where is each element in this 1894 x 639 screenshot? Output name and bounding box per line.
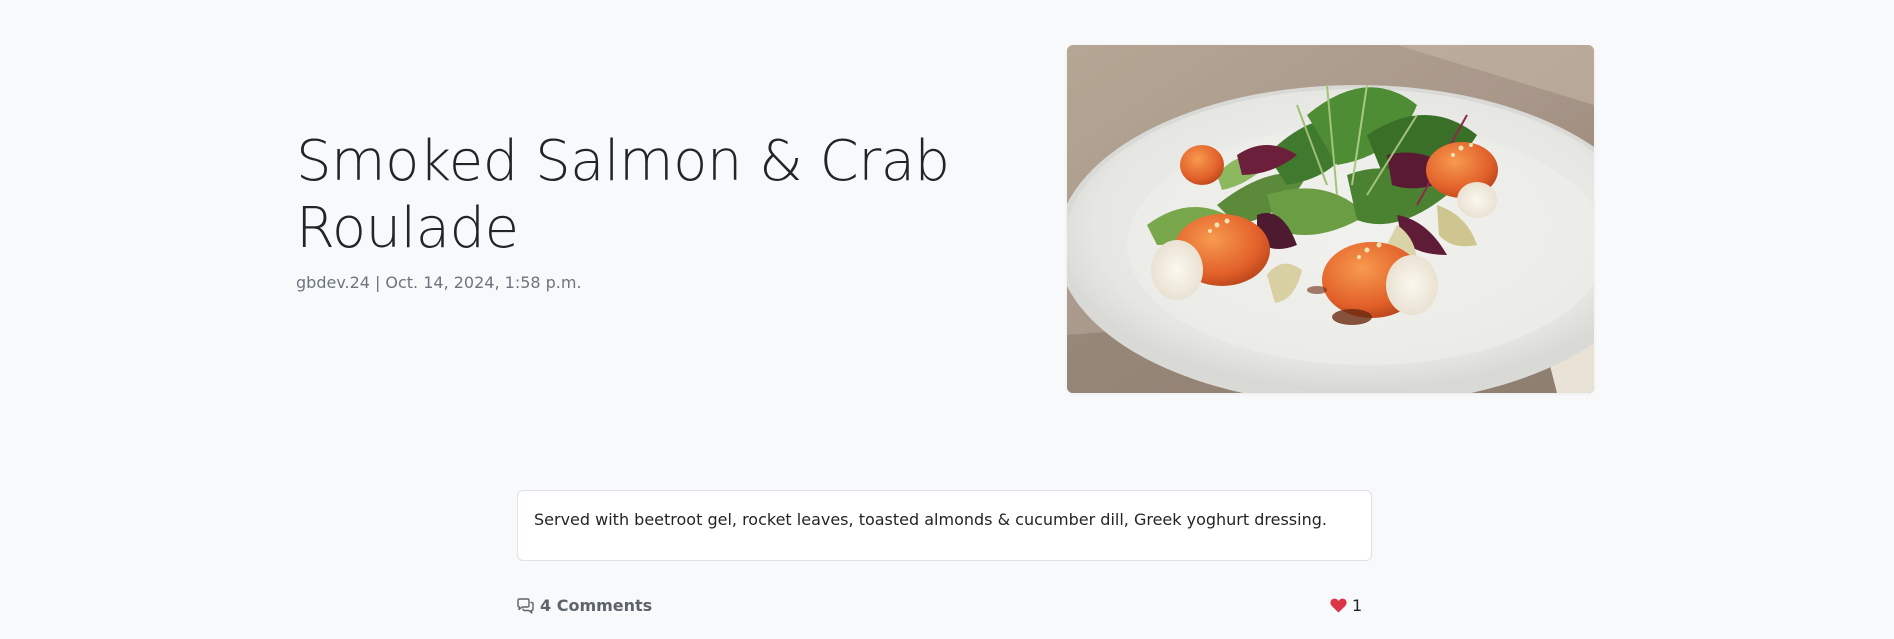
comments-count-label: 4 Comments (540, 596, 653, 615)
post-title: Smoked Salmon & Crab Roulade (296, 129, 950, 261)
like-button[interactable]: 1 (1330, 596, 1362, 615)
post-date: Oct. 14, 2024, 1:58 p.m. (385, 273, 582, 292)
chat-bubbles-icon (517, 597, 534, 614)
post-content: Served with beetroot gel, rocket leaves,… (534, 510, 1327, 529)
likes-count: 1 (1352, 596, 1363, 615)
post-meta: gbdev.24 | Oct. 14, 2024, 1:58 p.m. (296, 272, 582, 294)
heart-icon (1330, 598, 1347, 613)
post-content-card: Served with beetroot gel, rocket leaves,… (517, 490, 1372, 561)
comments-link[interactable]: 4 Comments (516, 596, 652, 615)
meta-separator: | (374, 273, 381, 292)
post-featured-image (1067, 45, 1594, 393)
post-author: gbdev.24 (296, 273, 370, 292)
post-detail-page: Smoked Salmon & Crab Roulade gbdev.24 | Oc… (0, 0, 1894, 639)
